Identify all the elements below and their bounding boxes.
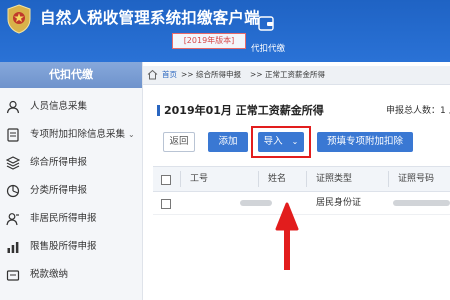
prefill-special-deduction-button[interactable]: 预填专项附加扣除	[317, 132, 413, 152]
layers-icon	[6, 156, 20, 170]
sidebar-item-label: 分类所得申报	[30, 185, 88, 196]
select-all-checkbox[interactable]	[161, 175, 171, 185]
sidebar-heading: 代扣代缴	[0, 62, 142, 88]
pie-chart-icon	[6, 184, 20, 198]
main-content: 首页 >> 综合所得申报 >> 正常工资薪金所得 2019年01月 正常工资薪金…	[143, 62, 450, 300]
section-title: 2019年01月 正常工资薪金所得	[164, 104, 324, 117]
sidebar-item-special-deduction[interactable]: 专项附加扣除信息采集 ⌄	[0, 122, 142, 148]
version-badge: [2019年版本]	[172, 33, 246, 49]
folder-icon	[6, 270, 20, 281]
breadcrumb-home[interactable]: 首页	[162, 66, 177, 84]
row-id-type: 居民身份证	[316, 198, 362, 208]
breadcrumb-separator: >>	[181, 70, 194, 79]
bar-chart-icon	[7, 242, 19, 253]
table-row[interactable]: 居民身份证	[153, 192, 450, 215]
document-icon	[7, 128, 19, 142]
redacted-id-number	[393, 200, 450, 206]
tax-emblem-icon	[7, 4, 31, 34]
redacted-name	[240, 200, 272, 206]
declared-count: 申报总人数：1 人	[386, 106, 450, 116]
home-icon	[147, 69, 158, 80]
app-header: 自然人税收管理系统扣缴客户端 [2019年版本] 代扣代缴	[0, 0, 450, 62]
chevron-down-icon: ⌄	[128, 130, 135, 139]
column-divider	[180, 171, 181, 187]
sidebar-item-label: 限售股所得申报	[30, 241, 97, 252]
sidebar-item-comprehensive-income[interactable]: 综合所得申报	[0, 150, 142, 176]
table-header: 工号 姓名 证照类型 证照号码	[153, 166, 450, 192]
wallet-icon	[258, 16, 274, 31]
section-marker	[157, 105, 160, 116]
import-highlight-box	[251, 126, 311, 158]
sidebar-item-classified-income[interactable]: 分类所得申报	[0, 178, 142, 204]
breadcrumb-comprehensive-income[interactable]: 综合所得申报	[196, 66, 241, 84]
row-checkbox[interactable]	[161, 199, 171, 209]
back-button[interactable]: 返回	[163, 132, 195, 152]
column-divider	[388, 171, 389, 187]
add-button[interactable]: 添加	[208, 132, 248, 152]
role-label[interactable]: 代扣代缴	[248, 42, 288, 54]
column-header-name[interactable]: 姓名	[268, 167, 286, 191]
breadcrumb-current: 正常工资薪金所得	[265, 70, 325, 79]
column-header-employee-id[interactable]: 工号	[190, 167, 208, 191]
employee-table: 工号 姓名 证照类型 证照号码 居民身份证	[153, 160, 450, 300]
sidebar-item-label: 综合所得申报	[30, 157, 88, 168]
breadcrumb-separator: >>	[250, 70, 263, 79]
sidebar-item-label: 非居民所得申报	[30, 213, 97, 224]
sidebar-item-tax-payment[interactable]: 税款缴纳	[0, 262, 142, 288]
sidebar: 代扣代缴 人员信息采集 专项附加扣除信息采集 ⌄ 综合所得申报 分类所得申报 非…	[0, 62, 143, 300]
sidebar-item-label: 专项附加扣除信息采集	[30, 129, 126, 140]
column-header-id-type[interactable]: 证照类型	[316, 167, 352, 191]
column-divider	[306, 171, 307, 187]
column-header-id-number[interactable]: 证照号码	[398, 167, 434, 191]
app-title: 自然人税收管理系统扣缴客户端	[40, 9, 260, 27]
sidebar-item-label: 人员信息采集	[30, 101, 88, 112]
person-outline-icon	[6, 213, 19, 226]
breadcrumb: 首页 >> 综合所得申报 >> 正常工资薪金所得	[143, 66, 450, 85]
person-icon	[6, 100, 20, 114]
sidebar-item-non-resident-income[interactable]: 非居民所得申报	[0, 206, 142, 232]
sidebar-item-restricted-stock[interactable]: 限售股所得申报	[0, 234, 142, 260]
sidebar-item-label: 税款缴纳	[30, 269, 69, 280]
sidebar-item-personnel-info[interactable]: 人员信息采集	[0, 94, 142, 120]
column-divider	[258, 171, 259, 187]
